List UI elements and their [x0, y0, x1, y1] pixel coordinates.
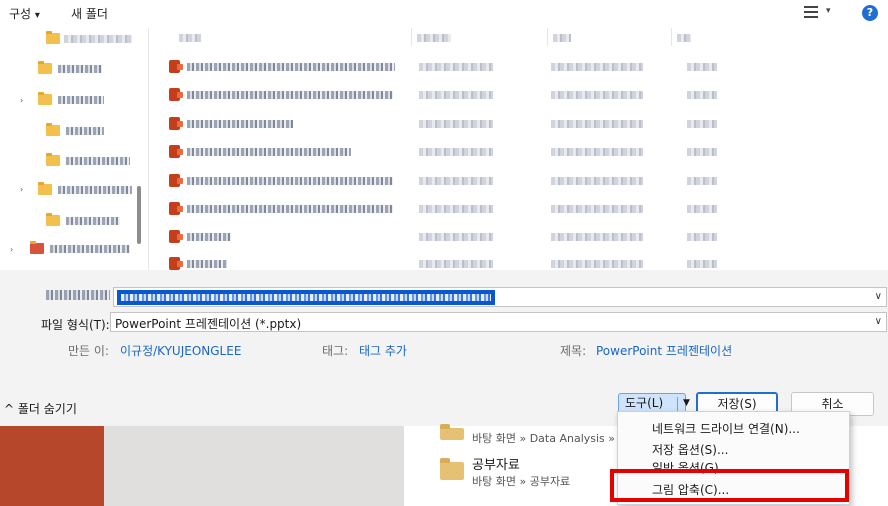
column-separator[interactable]: [671, 28, 672, 46]
powerpoint-file-icon: [169, 257, 183, 270]
save-fields-panel: ∨ 파일 형식(T): PowerPoint 프레젠테이션 (*.pptx) ∨…: [0, 270, 888, 370]
powerpoint-file-icon: [169, 117, 183, 130]
navigation-pane: › › ›: [0, 28, 148, 270]
expand-icon[interactable]: ›: [20, 185, 23, 194]
filename-label-blurred: [46, 290, 110, 300]
file-row[interactable]: [169, 88, 729, 102]
highlight-box: [610, 469, 849, 502]
recent-folder-title[interactable]: 공부자료: [472, 454, 520, 473]
file-row[interactable]: [169, 145, 729, 159]
filename-input[interactable]: ∨: [113, 287, 887, 307]
file-type-label: 파일 형식(T):: [41, 318, 110, 332]
new-folder-button[interactable]: 새 폴더: [71, 5, 108, 22]
powerpoint-file-icon: [169, 202, 183, 215]
folder-icon: [46, 153, 60, 166]
powerpoint-file-icon: [169, 230, 183, 243]
blurred-label: [66, 127, 104, 135]
column-separator[interactable]: [411, 28, 412, 46]
column-separator[interactable]: [547, 28, 548, 46]
blurred-label: [66, 217, 120, 225]
chevron-down-icon: ▾: [34, 10, 40, 21]
powerpoint-file-icon: [169, 145, 183, 158]
title-value[interactable]: PowerPoint 프레젠테이션: [596, 342, 732, 359]
folder-icon: [440, 458, 464, 480]
menu-item-map-network-drive[interactable]: 네트워크 드라이브 연결(N)...: [652, 420, 800, 437]
menu-item-save-options[interactable]: 저장 옵션(S)...: [652, 441, 728, 458]
file-row[interactable]: [169, 117, 729, 131]
recent-folder-path[interactable]: 바탕 화면 » Data Analysis »: [472, 430, 615, 446]
folder-icon: [46, 123, 60, 136]
file-row[interactable]: [169, 230, 729, 244]
folder-icon: [38, 182, 52, 195]
backstage-panel: [104, 426, 404, 506]
blurred-label: [58, 96, 104, 104]
nav-scrollbar-thumb[interactable]: [137, 186, 141, 244]
author-label: 만든 이:: [68, 344, 109, 358]
view-list-icon[interactable]: [804, 6, 818, 18]
file-type-value: PowerPoint 프레젠테이션 (*.pptx): [115, 317, 302, 331]
blurred-label: [64, 35, 132, 43]
cloud-folder-icon: [30, 241, 44, 254]
powerpoint-backstage-sidebar: [0, 426, 104, 506]
folder-icon: [440, 424, 464, 440]
expand-icon[interactable]: ›: [10, 245, 13, 254]
hide-folders-button[interactable]: ^ 폴더 숨기기: [4, 400, 77, 417]
blurred-label: [58, 186, 132, 194]
folder-icon: [38, 92, 52, 105]
view-options-chevron-icon[interactable]: ▾: [826, 6, 831, 16]
organize-button[interactable]: 구성 ▾: [9, 5, 40, 22]
file-row[interactable]: [169, 60, 729, 74]
title-label: 제목:: [560, 344, 587, 358]
expand-icon[interactable]: ›: [20, 96, 23, 105]
folder-icon: [46, 31, 60, 44]
powerpoint-file-icon: [169, 174, 183, 187]
recent-folder-path: 바탕 화면 » 공부자료: [472, 475, 571, 488]
file-type-chevron-icon: ∨: [874, 316, 882, 327]
blurred-label: [50, 245, 130, 253]
powerpoint-file-icon: [169, 60, 183, 73]
filename-selection: [117, 290, 495, 305]
folder-icon: [38, 61, 52, 74]
file-type-select[interactable]: PowerPoint 프레젠테이션 (*.pptx) ∨: [110, 312, 887, 332]
file-row[interactable]: [169, 202, 729, 216]
tools-label: 도구(L): [625, 396, 664, 410]
blurred-label: [66, 157, 130, 165]
powerpoint-file-icon: [169, 88, 183, 101]
tags-add-link[interactable]: 태그 추가: [359, 342, 407, 359]
file-row[interactable]: [169, 174, 729, 188]
dialog-toolbar: 구성 ▾ 새 폴더 ▾ ?: [0, 0, 888, 28]
filename-dropdown-chevron-icon[interactable]: ∨: [875, 291, 882, 302]
file-list: [148, 28, 731, 270]
folder-icon: [46, 213, 60, 226]
tags-label: 태그:: [322, 344, 349, 358]
author-value[interactable]: 이규정/KYUJEONGLEE: [120, 342, 241, 359]
organize-label: 구성: [9, 7, 32, 21]
blurred-label: [58, 65, 102, 73]
help-icon[interactable]: ?: [862, 5, 878, 21]
file-row[interactable]: [169, 257, 729, 270]
